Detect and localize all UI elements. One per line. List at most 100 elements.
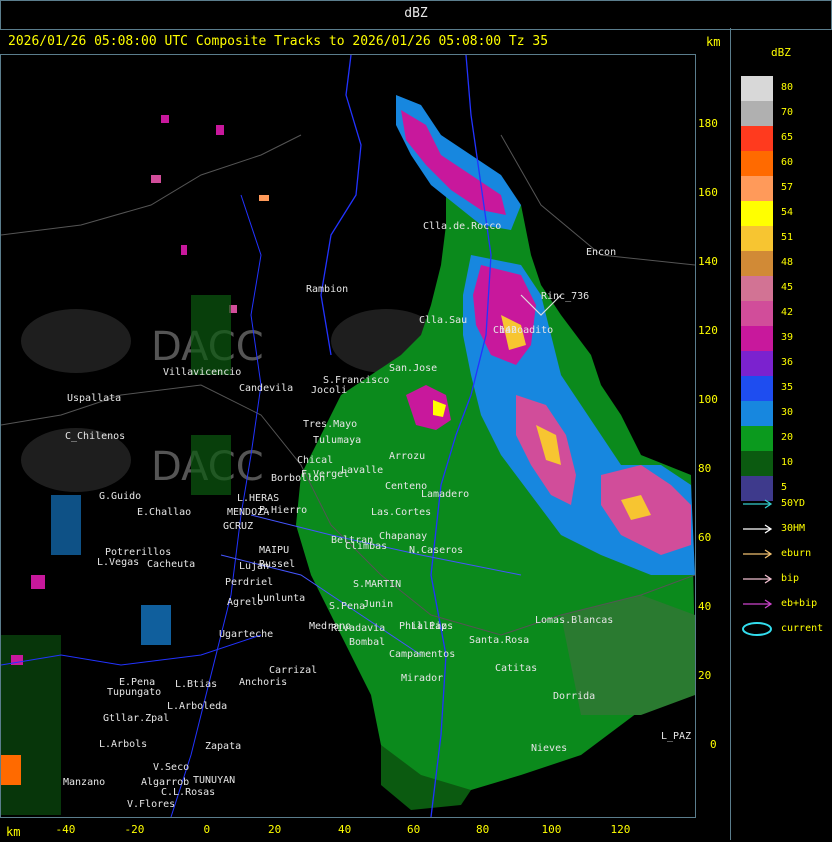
legend-track-label: current [781, 623, 824, 634]
place-label: Las.Cortes [371, 507, 431, 518]
place-label: L_PAZ [661, 731, 691, 742]
place-label: E.Pena [119, 677, 155, 688]
legend-level-label: 39 [781, 332, 794, 343]
x-tick-label: 120 [610, 823, 631, 836]
place-label: Manzano [63, 777, 105, 788]
place-label: Campamentos [389, 649, 455, 660]
legend-track-eburn [741, 546, 777, 562]
legend-track-bip [741, 571, 777, 587]
legend-track-label: 30HM [781, 523, 806, 534]
place-label: Candevila [239, 383, 293, 394]
place-label: S.Pena [329, 601, 365, 612]
legend-track-label: bip [781, 573, 800, 584]
place-label: San.Jose [389, 363, 437, 374]
current-ellipse-icon [742, 622, 772, 636]
place-label: Gtllar.Zpal [103, 713, 169, 724]
x-tick-label: 60 [407, 823, 421, 836]
legend-track-50yd [741, 496, 777, 512]
legend-swatch [741, 326, 773, 351]
legend-track-label: 50YD [781, 498, 806, 509]
place-label: V.Seco [153, 762, 189, 773]
place-label: Dorrida [553, 691, 595, 702]
legend-track-current [741, 621, 777, 637]
place-label: Lomas.Blancas [535, 615, 613, 626]
radar-map[interactable]: DACC DACC DACC DACC [0, 54, 696, 818]
place-label: Cacheuta [147, 559, 195, 570]
place-label: N.Caseros [409, 545, 463, 556]
track-arrow-icon [743, 574, 773, 584]
legend-swatch [741, 226, 773, 251]
legend-level-label: 60 [781, 157, 794, 168]
legend-swatch [741, 451, 773, 476]
place-label: Encon [586, 247, 616, 258]
y-tick-label: 180 [698, 117, 718, 130]
y-tick-label: 0 [710, 738, 717, 751]
legend-level-label: 20 [781, 432, 794, 443]
place-label: Tupungato [107, 687, 161, 698]
product-label: dBZ [404, 6, 428, 21]
place-label: L.Arboleda [167, 701, 227, 712]
track-arrow-icon [743, 499, 773, 509]
place-label: Carrizal [269, 665, 317, 676]
legend-title: dBZ [771, 46, 791, 59]
y-tick-label: 160 [698, 186, 718, 199]
legend-swatch [741, 376, 773, 401]
x-tick-label: 100 [541, 823, 562, 836]
legend-level-label: 80 [781, 82, 794, 93]
legend-level-label: 48 [781, 257, 794, 268]
place-label: G.Guido [99, 491, 141, 502]
place-label: GCRUZ [223, 521, 253, 532]
place-label: Anchoris [239, 677, 287, 688]
place-label: Jocoli [311, 385, 347, 396]
place-label: Villavicencio [163, 367, 241, 378]
place-label: L.HERAS [237, 493, 279, 504]
legend-level-label: 70 [781, 107, 794, 118]
place-label: S.MARTIN [353, 579, 401, 590]
legend-level-label: 5 [781, 482, 788, 493]
x-tick-label: 80 [476, 823, 490, 836]
place-label: Philliips [399, 621, 453, 632]
legend-swatch [741, 301, 773, 326]
place-label: V.Flores [127, 799, 175, 810]
legend-track-30hm [741, 521, 777, 537]
place-label: Ugarteche [219, 629, 273, 640]
legend-swatch [741, 251, 773, 276]
place-label: Uspallata [67, 393, 121, 404]
legend-level-label: 30 [781, 407, 794, 418]
place-label: Bombal [349, 637, 385, 648]
y-tick-label: 80 [698, 462, 712, 475]
y-tick-label: 120 [698, 324, 718, 337]
legend-swatch [741, 276, 773, 301]
x-tick-label: -20 [124, 823, 145, 836]
legend-level-label: 42 [781, 307, 794, 318]
axis-unit-top: km [706, 35, 721, 49]
place-label: Junin [363, 599, 393, 610]
legend-swatch [741, 101, 773, 126]
place-label: Arrozu [389, 451, 425, 462]
legend-track-label: eburn [781, 548, 812, 559]
track-arrow-icon [743, 549, 773, 559]
place-label: Catitas [495, 663, 537, 674]
place-label: Rivadavia [331, 623, 385, 634]
place-label: Lunlunta [257, 593, 305, 604]
place-label: Rambion [306, 284, 348, 295]
place-label: Mirador [401, 673, 443, 684]
x-tick-label: 0 [203, 823, 211, 836]
place-label: Tulumaya [313, 435, 361, 446]
radar-canvas[interactable]: DACC DACC DACC DACC [1, 55, 695, 817]
place-label: MAIPU [259, 545, 289, 556]
place-label: E.Challao [137, 507, 191, 518]
legend-track-ebbip [741, 596, 777, 612]
legend-track-label: eb+bip [781, 598, 818, 609]
track-arrow-icon [743, 599, 773, 609]
y-tick-label: 40 [698, 600, 712, 613]
place-label: Perdriel [225, 577, 273, 588]
place-label: Beltran [331, 535, 373, 546]
legend-level-label: 45 [781, 282, 794, 293]
legend-swatch [741, 201, 773, 226]
y-tick-label: 60 [698, 531, 712, 544]
place-label: Lamadero [421, 489, 469, 500]
x-tick-label: 20 [268, 823, 282, 836]
legend-swatch [741, 426, 773, 451]
place-label: P.Hierro [259, 505, 307, 516]
